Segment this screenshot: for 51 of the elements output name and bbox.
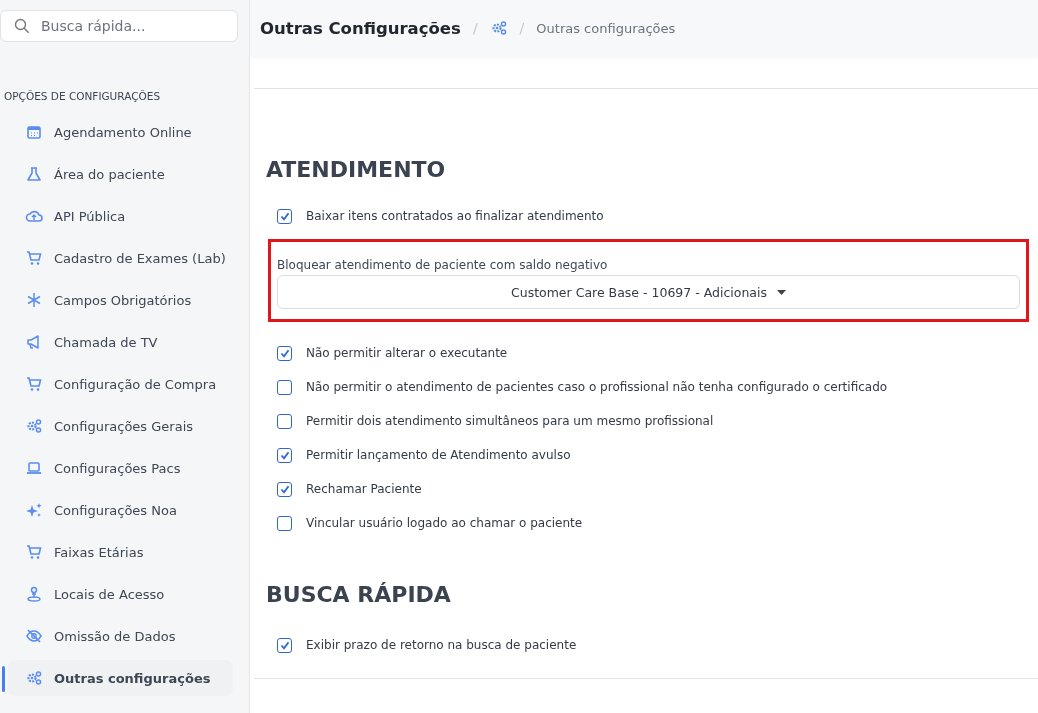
page-title: Outras Configurações [260,18,461,38]
sidebar-item[interactable]: Área do paciente [8,156,233,192]
sidebar-item[interactable]: Configurações Gerais [8,408,233,444]
sidebar-item[interactable]: API Pública [8,198,233,234]
checkbox-label: Vincular usuário logado ao chamar o paciente [306,516,583,530]
sidebar-item[interactable]: Cadastro de Exames (Lab) [8,240,233,276]
laptop-icon [25,459,43,477]
checkbox[interactable] [277,413,292,429]
sidebar-item[interactable]: Faixas Etárias [8,534,233,570]
sparkle-icon [25,501,43,519]
asterisk-icon [25,291,43,309]
section-title: ATENDIMENTO [266,156,447,184]
breadcrumb-current: Outras configurações [536,20,676,36]
location-person-icon [25,585,43,603]
section-heading: OPÇÕES DE CONFIGURAÇÕES [4,90,162,104]
cart-icon [25,249,43,267]
checkbox-label: Não permitir o atendimento de pacientes caso o profissional não tenha configurado o certificado [306,380,888,394]
search-field[interactable]: Busca rápida... [0,10,238,42]
cart-icon [25,543,43,561]
field-label: Bloquear atendimento de paciente com saldo negativo [277,258,609,272]
sidebar-item[interactable]: Agendamento Online [8,114,233,150]
checkbox-label: Rechamar Paciente [306,482,422,496]
sidebar-item[interactable]: Configurações Noa [8,492,233,528]
checkbox-label: Permitir dois atendimento simultâneos para um mesmo profissional [306,414,714,428]
caret-icon [777,289,786,295]
flask-icon [25,165,43,183]
checkbox-label: Exibir prazo de retorno na busca de paciente [306,638,577,652]
checkbox[interactable] [277,379,292,395]
checkbox[interactable] [277,637,292,653]
checkbox[interactable] [277,208,292,224]
sidebar-item[interactable]: Omissão de Dados [8,618,233,654]
dropdown[interactable]: Customer Care Base - 10697 - Adicionais [277,275,1020,309]
sidebar-item[interactable]: Configurações Pacs [8,450,233,486]
checkbox-label: Permitir lançamento de Atendimento avulso [306,448,571,462]
eye-slash-icon [25,627,43,645]
breadcrumb-separator: / [519,20,525,36]
checkbox-label: Não permitir alterar o executante [306,346,508,360]
active-indicator [2,666,5,692]
section-title: BUSCA RÁPIDA [266,581,452,609]
checkbox[interactable] [277,515,292,531]
sidebar-item[interactable]: Chamada de TV [8,324,233,360]
checkbox-label: Baixar itens contratados ao finalizar atendimento [306,209,604,223]
checkbox[interactable] [277,481,292,497]
sidebar-item[interactable]: Configuração de Compra [8,366,233,402]
sidebar-item[interactable]: Locais de Acesso [8,576,233,612]
cart-icon [25,375,43,393]
checkbox[interactable] [277,447,292,463]
calendar-icon [25,123,43,141]
sidebar-item[interactable]: Campos Obrigatórios [8,282,233,318]
breadcrumb-separator: / [472,20,478,36]
checkbox[interactable] [277,345,292,361]
